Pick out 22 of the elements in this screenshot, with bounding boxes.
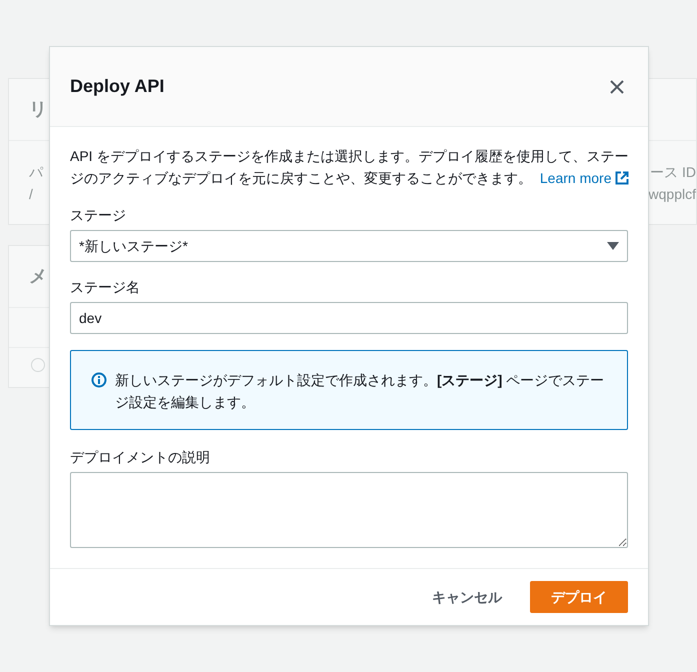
stage-name-label: ステージ名 (70, 278, 141, 297)
card-text: / (29, 185, 33, 204)
stage-name-input[interactable]: dev (70, 302, 628, 334)
radio-button[interactable] (31, 358, 45, 372)
learn-more-link[interactable]: Learn more (540, 167, 630, 189)
dialog-title: Deploy API (70, 75, 164, 98)
card-heading: リ (29, 98, 47, 121)
cancel-button[interactable]: キャンセル (412, 581, 522, 613)
close-icon (609, 78, 625, 94)
deployment-description-label: デプロイメントの説明 (70, 448, 211, 467)
info-icon (91, 372, 107, 388)
card-text: ース ID (650, 163, 696, 182)
card-text: wqpplcf (648, 185, 696, 204)
info-message: 新しいステージがデフォルト設定で作成されます。[ステージ] ページでステージ設定を編集します。 (115, 371, 606, 412)
dropdown-caret-icon (607, 242, 619, 250)
dialog-description: API をデプロイするステージを作成または選択します。デプロイ履歴を使用して、ステージのアクティブなデプロイを元に戻すことや、変更することができます。 Learn more (70, 145, 630, 189)
deployment-description-field[interactable] (70, 472, 628, 548)
stage-select[interactable]: *新しいステージ* (70, 230, 628, 262)
card-heading: メ (29, 265, 47, 288)
external-link-icon (615, 171, 630, 185)
card-text: パ (29, 163, 43, 182)
stage-label: ステージ (70, 206, 127, 225)
